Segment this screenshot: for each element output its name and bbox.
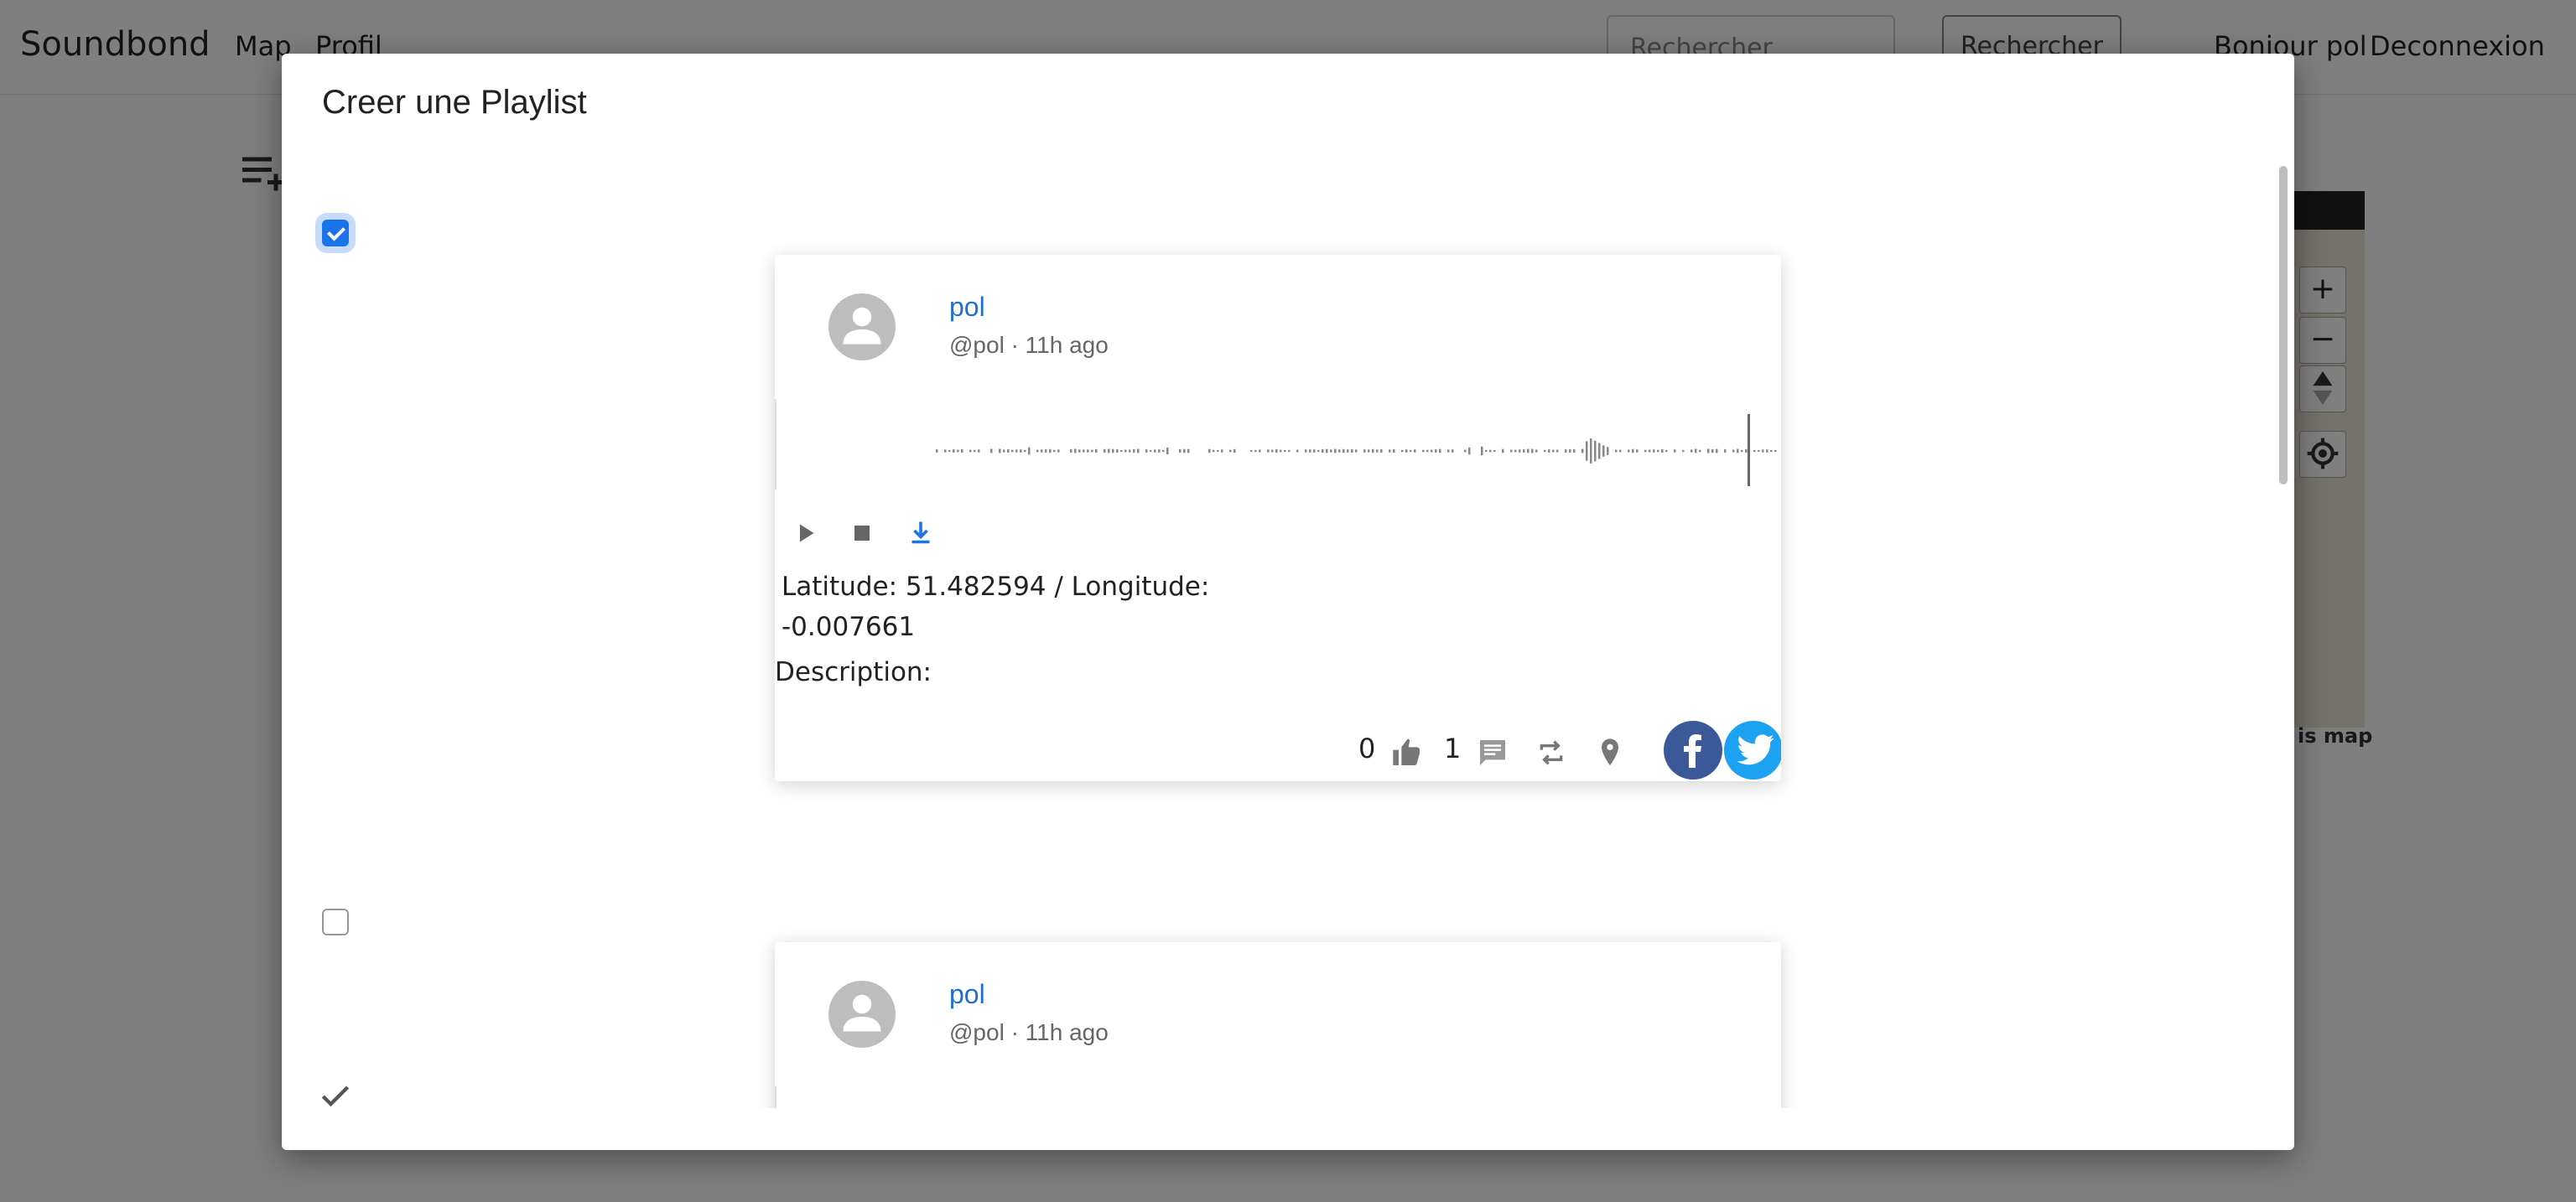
twitter-share-button[interactable]: [1724, 721, 1781, 780]
card-actions: 0 1: [1345, 721, 1781, 781]
playhead-cursor: [1748, 414, 1750, 486]
track-card: pol @pol · 11h ago Latitude: 51.482594 /…: [775, 255, 1781, 781]
user-handle: @pol · 11h ago: [949, 332, 1109, 358]
repost-icon[interactable]: [1535, 736, 1568, 769]
waveform-edge: [775, 1086, 776, 1108]
user-name-link[interactable]: pol: [949, 979, 985, 1010]
user-handle: @pol · 11h ago: [949, 1019, 1109, 1045]
facebook-icon: [1684, 734, 1701, 768]
like-count: 0: [1358, 733, 1376, 764]
check-icon: [321, 1085, 350, 1107]
play-icon[interactable]: [790, 518, 820, 548]
track-card: pol @pol · 11h ago: [775, 942, 1781, 1108]
comment-count: 1: [1444, 733, 1462, 764]
select-track-checkbox[interactable]: [322, 909, 349, 935]
download-icon[interactable]: [906, 518, 936, 548]
select-track-checkbox[interactable]: [322, 220, 349, 246]
location-pin-icon[interactable]: [1593, 736, 1627, 769]
description-label: Description:: [775, 657, 932, 687]
avatar: [828, 981, 896, 1048]
dialog-scrollbar[interactable]: [2279, 166, 2288, 484]
user-name-link[interactable]: pol: [949, 292, 985, 323]
stop-icon[interactable]: [847, 518, 877, 548]
avatar: [828, 293, 896, 360]
facebook-share-button[interactable]: [1664, 721, 1722, 780]
longitude-value: -0.007661: [782, 612, 916, 642]
create-playlist-dialog: Creer une Playlist pol @pol · 11h ago La…: [282, 54, 2294, 1150]
confirm-check-button[interactable]: [312, 1078, 359, 1125]
dialog-body: pol @pol · 11h ago Latitude: 51.482594 /…: [282, 163, 2294, 1108]
twitter-icon: [1737, 734, 1774, 765]
dialog-title: Creer une Playlist: [322, 84, 587, 121]
coordinates-text: Latitude: 51.482594 / Longitude: -0.0076…: [782, 567, 1251, 647]
thumb-up-icon[interactable]: [1390, 736, 1424, 769]
comment-icon[interactable]: [1476, 736, 1509, 769]
latitude-longitude: Latitude: 51.482594 / Longitude:: [782, 572, 1210, 602]
audio-waveform[interactable]: [775, 399, 1781, 490]
